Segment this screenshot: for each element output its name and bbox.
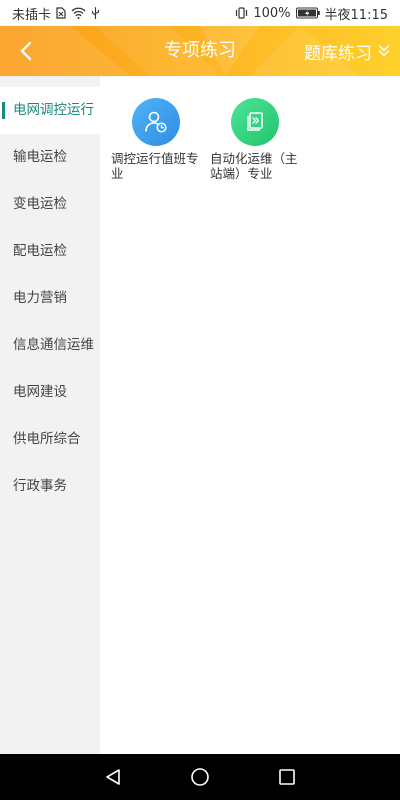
sidebar-item-substation[interactable]: 变电运检 — [0, 181, 100, 228]
sidebar-item-label: 电网调控运行 — [13, 102, 94, 118]
question-bank-button[interactable]: 题库练习 — [304, 26, 390, 76]
sidebar-item-label: 信息通信运维 — [13, 337, 94, 353]
nav-back-button[interactable] — [93, 757, 133, 797]
sidebar-item-label: 输电运检 — [13, 149, 67, 165]
sidebar-item-label: 供电所综合 — [13, 431, 81, 447]
status-bar: 未插卡 100% 半夜11:15 — [0, 0, 400, 26]
battery-percent: 100% — [253, 5, 291, 21]
nav-home-button[interactable] — [180, 757, 220, 797]
sidebar-item-label: 配电运检 — [13, 243, 67, 259]
carrier-text: 未插卡 — [12, 7, 52, 23]
sidebar-item-label: 电力营销 — [13, 290, 67, 306]
recents-square-icon — [278, 769, 295, 785]
question-bank-label: 题库练习 — [304, 43, 372, 64]
sidebar-item-distribution[interactable]: 配电运检 — [0, 228, 100, 275]
sidebar-item-administration[interactable]: 行政事务 — [0, 463, 100, 510]
specialty-tile-dispatch-duty[interactable]: 调控运行值班专业 — [111, 98, 201, 181]
sidebar-item-label: 变电运检 — [13, 196, 67, 212]
no-sim-icon — [56, 7, 66, 19]
chevron-left-icon — [20, 41, 32, 61]
sidebar-item-grid-construction[interactable]: 电网建设 — [0, 369, 100, 416]
back-button[interactable] — [6, 31, 46, 71]
specialty-tile-label: 调控运行值班专业 — [111, 151, 199, 181]
category-sidebar: 电网调控运行 输电运检 变电运检 配电运检 电力营销 信息通信运维 电网建设 供… — [0, 76, 100, 754]
wifi-icon — [71, 7, 86, 19]
usb-icon — [91, 6, 100, 20]
specialty-grid: 调控运行值班专业 自动化运维（主站端）专业 — [100, 76, 400, 754]
battery-icon — [295, 7, 320, 19]
user-clock-icon — [132, 98, 180, 146]
clock-text: 半夜11:15 — [324, 7, 388, 23]
sidebar-item-transmission[interactable]: 输电运检 — [0, 134, 100, 181]
nav-recents-button[interactable] — [267, 757, 307, 797]
status-bar-right: 100% 半夜11:15 — [235, 4, 388, 23]
header-bar: 专项练习 题库练习 — [0, 26, 400, 76]
app-screen: 未插卡 100% 半夜11:15 专项练习 题库练习 电网调控运行 输电运检 变… — [0, 0, 400, 800]
sidebar-item-supply-station[interactable]: 供电所综合 — [0, 416, 100, 463]
status-bar-left: 未插卡 — [12, 4, 100, 23]
sidebar-item-grid-dispatch[interactable]: 电网调控运行 — [0, 87, 100, 134]
vibrate-icon — [235, 7, 248, 19]
active-indicator — [2, 102, 5, 119]
specialty-tile-automation[interactable]: 自动化运维（主站端）专业 — [210, 98, 300, 181]
sidebar-item-label: 电网建设 — [13, 384, 67, 400]
back-triangle-icon — [106, 769, 121, 785]
sidebar-item-marketing[interactable]: 电力营销 — [0, 275, 100, 322]
double-chevron-down-icon — [378, 45, 390, 57]
sidebar-item-it-communication[interactable]: 信息通信运维 — [0, 322, 100, 369]
system-nav-bar — [0, 754, 400, 800]
document-icon — [231, 98, 279, 146]
specialty-tile-label: 自动化运维（主站端）专业 — [210, 151, 298, 181]
home-circle-icon — [191, 768, 209, 786]
sidebar-item-label: 行政事务 — [13, 478, 67, 494]
